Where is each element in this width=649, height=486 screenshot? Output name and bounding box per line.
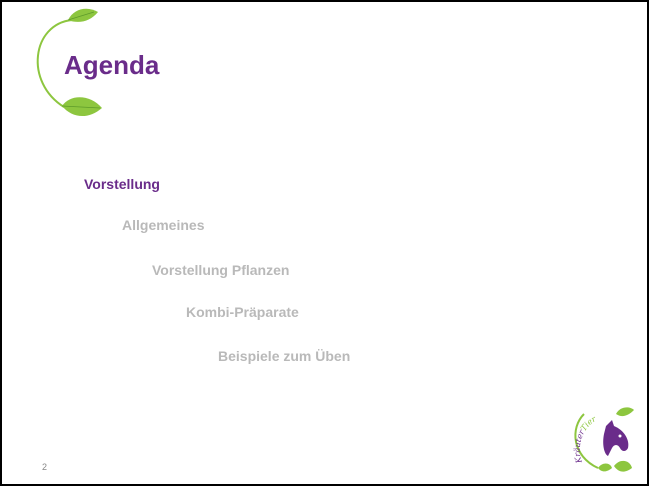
horse-head-leaf-logo-icon: KräuterTierchen	[568, 404, 634, 472]
logo-text-b: Tierchen	[568, 404, 599, 433]
agenda-item-allgemeines: Allgemeines	[122, 217, 205, 233]
agenda-item-vorstellung: Vorstellung	[84, 176, 160, 192]
slide: Agenda Vorstellung Allgemeines Vorstellu…	[0, 0, 649, 486]
agenda-item-kombi-praeparate: Kombi-Präparate	[186, 304, 299, 320]
page-number: 2	[42, 462, 48, 472]
agenda-item-beispiele-zum-ueben: Beispiele zum Üben	[218, 348, 351, 364]
agenda-item-vorstellung-pflanzen: Vorstellung Pflanzen	[152, 262, 290, 278]
page-title: Agenda	[64, 50, 160, 80]
